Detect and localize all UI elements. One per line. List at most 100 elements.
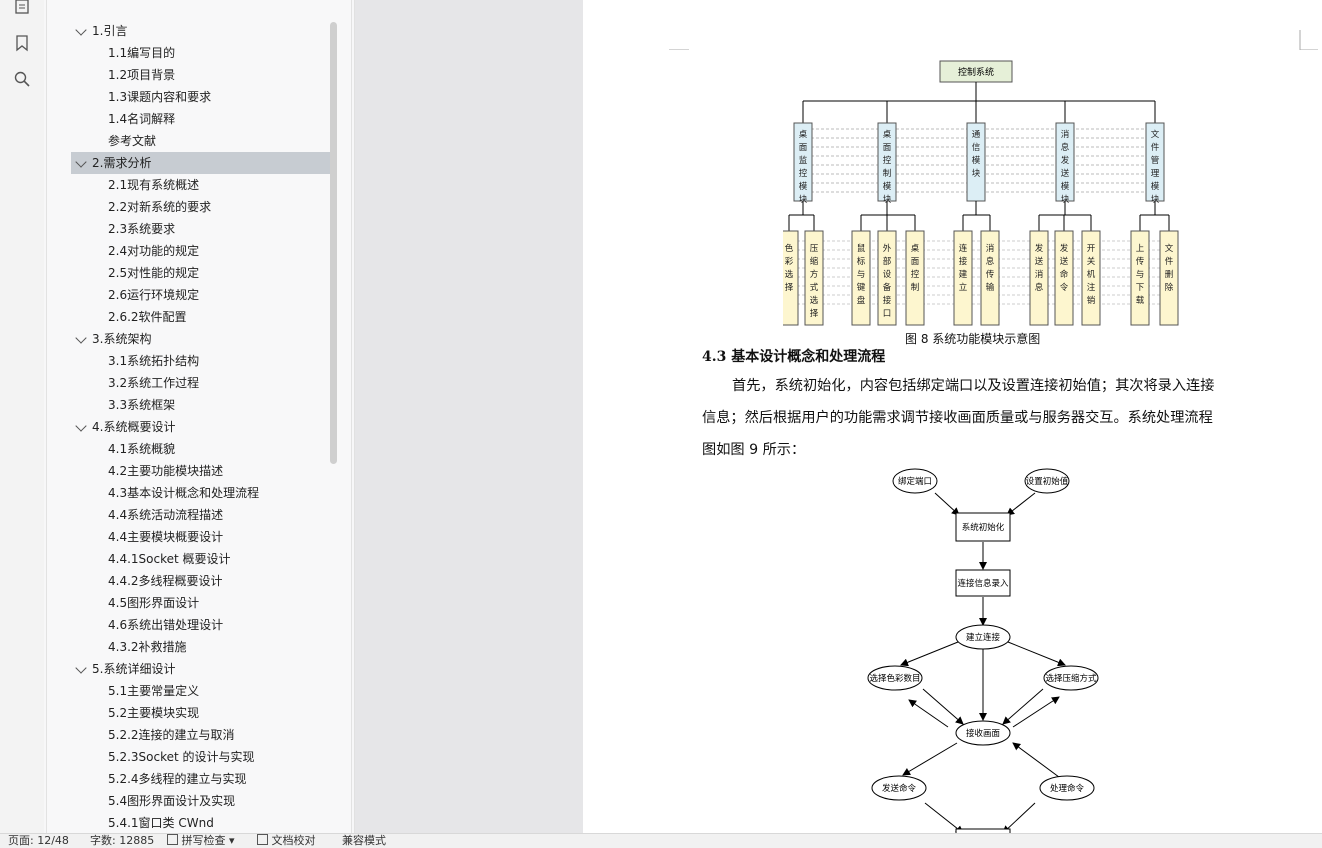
section-body: 4.3 基本设计概念和处理流程 首先，系统初始化，内容包括绑定端口以及设置连接初…	[702, 346, 1262, 466]
toc-item[interactable]: 2.1现有系统概述	[71, 174, 331, 196]
toc-item-label: 3.3系统框架	[108, 398, 176, 412]
bookmark-icon[interactable]	[12, 33, 32, 53]
module-diagram: 控制系统桌面监控模块桌面控制模块通信模块消息发送模块文件管理模块色彩选择压缩方式…	[783, 60, 1179, 326]
toc-item-label: 5.2.3Socket 的设计与实现	[108, 750, 255, 764]
toc-item[interactable]: 3.系统架构	[71, 328, 331, 350]
chevron-down-icon[interactable]	[75, 332, 87, 344]
word-count[interactable]: 字数: 12885	[90, 834, 154, 848]
toc-item[interactable]: 4.4系统活动流程描述	[71, 504, 331, 526]
svg-text:设置初始值: 设置初始值	[1026, 476, 1069, 487]
toc-item[interactable]: 4.4.1Socket 概要设计	[71, 548, 331, 570]
toc-item[interactable]: 1.3课题内容和要求	[71, 86, 331, 108]
svg-text:接收画面: 接收画面	[966, 728, 1001, 739]
svg-text:选择压缩方式: 选择压缩方式	[1045, 673, 1097, 684]
diagram-root-label: 控制系统	[958, 66, 994, 78]
toc-item[interactable]: 参考文献	[71, 130, 331, 152]
chevron-down-icon: ▾	[229, 834, 235, 847]
svg-text:选择色彩数目: 选择色彩数目	[869, 673, 920, 684]
leaf-label: 鼠标与键盘	[857, 243, 866, 306]
toc-item-label: 2.6运行环境规定	[108, 288, 200, 302]
chevron-down-icon[interactable]	[75, 662, 87, 674]
toc-item[interactable]: 3.2系统工作过程	[71, 372, 331, 394]
proofread-button[interactable]: 文档校对	[257, 834, 316, 848]
flow-node: 建立连接	[955, 624, 1011, 650]
toc-icon[interactable]	[12, 0, 32, 16]
toc-item-label: 4.5图形界面设计	[108, 596, 200, 610]
toc-item-label: 3.系统架构	[92, 332, 152, 346]
toc-item[interactable]: 5.4图形界面设计及实现	[71, 790, 331, 812]
chevron-down-icon[interactable]	[75, 420, 87, 432]
toc-item[interactable]: 2.3系统要求	[71, 218, 331, 240]
flow-node: 处理命令	[1039, 775, 1095, 801]
toc-item[interactable]: 2.2对新系统的要求	[71, 196, 331, 218]
toc-item[interactable]: 4.系统概要设计	[71, 416, 331, 438]
flow-node: 选择压缩方式	[1043, 665, 1099, 691]
flow-node: 设置初始值	[1024, 468, 1070, 494]
svg-text:建立连接: 建立连接	[966, 632, 1001, 643]
toc-item[interactable]: 2.5对性能的规定	[71, 262, 331, 284]
paragraph: 首先，系统初始化，内容包括绑定端口以及设置连接初始值；其次将录入连接 信息；然后…	[702, 370, 1262, 466]
leaf-label: 开关机注销	[1087, 244, 1096, 306]
flow-node: 接收画面	[955, 720, 1011, 746]
toc-item-label: 1.2项目背景	[108, 68, 176, 82]
compat-mode[interactable]: 兼容模式	[342, 834, 386, 848]
toc-item[interactable]: 3.3系统框架	[71, 394, 331, 416]
section-heading: 4.3 基本设计概念和处理流程	[702, 349, 886, 365]
toc-item-label: 2.1现有系统概述	[108, 178, 200, 192]
toc-item-label: 5.4图形界面设计及实现	[108, 794, 236, 808]
paragraph-line-2: 信息；然后根据用户的功能需求调节接收画面质量或与服务器交互。系统处理流程	[702, 410, 1213, 426]
toc-item[interactable]: 1.4名词解释	[71, 108, 331, 130]
toc-item-label: 5.2.4多线程的建立与实现	[108, 772, 247, 786]
toc-item[interactable]: 1.1编写目的	[71, 42, 331, 64]
toc-item[interactable]: 5.2.4多线程的建立与实现	[71, 768, 331, 790]
toc-item[interactable]: 5.1主要常量定义	[71, 680, 331, 702]
toc-item[interactable]: 5.2.3Socket 的设计与实现	[71, 746, 331, 768]
toc-item-label: 5.系统详细设计	[92, 662, 176, 676]
toc-item[interactable]: 4.1系统概貌	[71, 438, 331, 460]
toc-item[interactable]: 4.6系统出错处理设计	[71, 614, 331, 636]
flow-node: 连接信息录入	[955, 569, 1011, 597]
toc-item[interactable]: 1.引言	[71, 20, 331, 42]
flow-node: 选择色彩数目	[867, 665, 923, 691]
toc-item[interactable]: 5.2主要模块实现	[71, 702, 331, 724]
toc-item[interactable]: 2.6运行环境规定	[71, 284, 331, 306]
toc-item[interactable]: 5.4.1窗口类 CWnd	[71, 812, 331, 834]
toc-item[interactable]: 4.4.2多线程概要设计	[71, 570, 331, 592]
flow-node: 系统初始化	[955, 512, 1011, 542]
document-workspace: 控制系统 桌面监控模块 桌面控制模块 通信模块 消息发送模块 文件管理模块 色彩选择 压缩方式…	[355, 0, 1322, 833]
toc-item-label: 4.4.1Socket 概要设计	[108, 552, 231, 566]
page-count[interactable]: 页面: 12/48	[8, 834, 69, 848]
toc-item[interactable]: 2.4对功能的规定	[71, 240, 331, 262]
toc-item-label: 1.引言	[92, 24, 128, 38]
toc-item-label: 4.2主要功能模块描述	[108, 464, 224, 478]
toc-item[interactable]: 4.4主要模块概要设计	[71, 526, 331, 548]
figure-caption: 图 8 系统功能模块示意图	[905, 332, 1041, 346]
toc-item[interactable]: 4.3.2补救措施	[71, 636, 331, 658]
toc-item[interactable]: 1.2项目背景	[71, 64, 331, 86]
toc-item-label: 3.1系统拓扑结构	[108, 354, 200, 368]
proofread-label: 文档校对	[271, 834, 316, 847]
search-icon[interactable]	[12, 69, 32, 89]
toc-item[interactable]: 2.6.2软件配置	[71, 306, 331, 328]
toc-item[interactable]: 2.需求分析	[71, 152, 331, 174]
toc-item[interactable]: 4.2主要功能模块描述	[71, 460, 331, 482]
toc-item[interactable]: 4.3基本设计概念和处理流程	[71, 482, 331, 504]
toc-item-label: 4.3基本设计概念和处理流程	[108, 486, 260, 500]
spell-check-button[interactable]: 拼写检查 ▾	[167, 834, 235, 848]
toc-item-label: 2.需求分析	[92, 156, 152, 170]
toc-item-label: 4.3.2补救措施	[108, 640, 187, 654]
toc-item[interactable]: 3.1系统拓扑结构	[71, 350, 331, 372]
toc-item[interactable]: 5.系统详细设计	[71, 658, 331, 680]
checkbox-icon	[257, 834, 268, 845]
toc-item-label: 2.4对功能的规定	[108, 244, 200, 258]
toc-item-label: 2.2对新系统的要求	[108, 200, 212, 214]
chevron-down-icon[interactable]	[75, 24, 87, 36]
toc-item-label: 5.2.2连接的建立与取消	[108, 728, 235, 742]
chevron-down-icon[interactable]	[75, 156, 87, 168]
toc-scrollbar[interactable]	[330, 22, 337, 464]
svg-text:系统初始化: 系统初始化	[962, 522, 1005, 533]
toc-item[interactable]: 4.5图形界面设计	[71, 592, 331, 614]
toc-item[interactable]: 5.2.2连接的建立与取消	[71, 724, 331, 746]
svg-text:处理命令: 处理命令	[1050, 783, 1085, 794]
toc-item-label: 4.4主要模块概要设计	[108, 530, 224, 544]
